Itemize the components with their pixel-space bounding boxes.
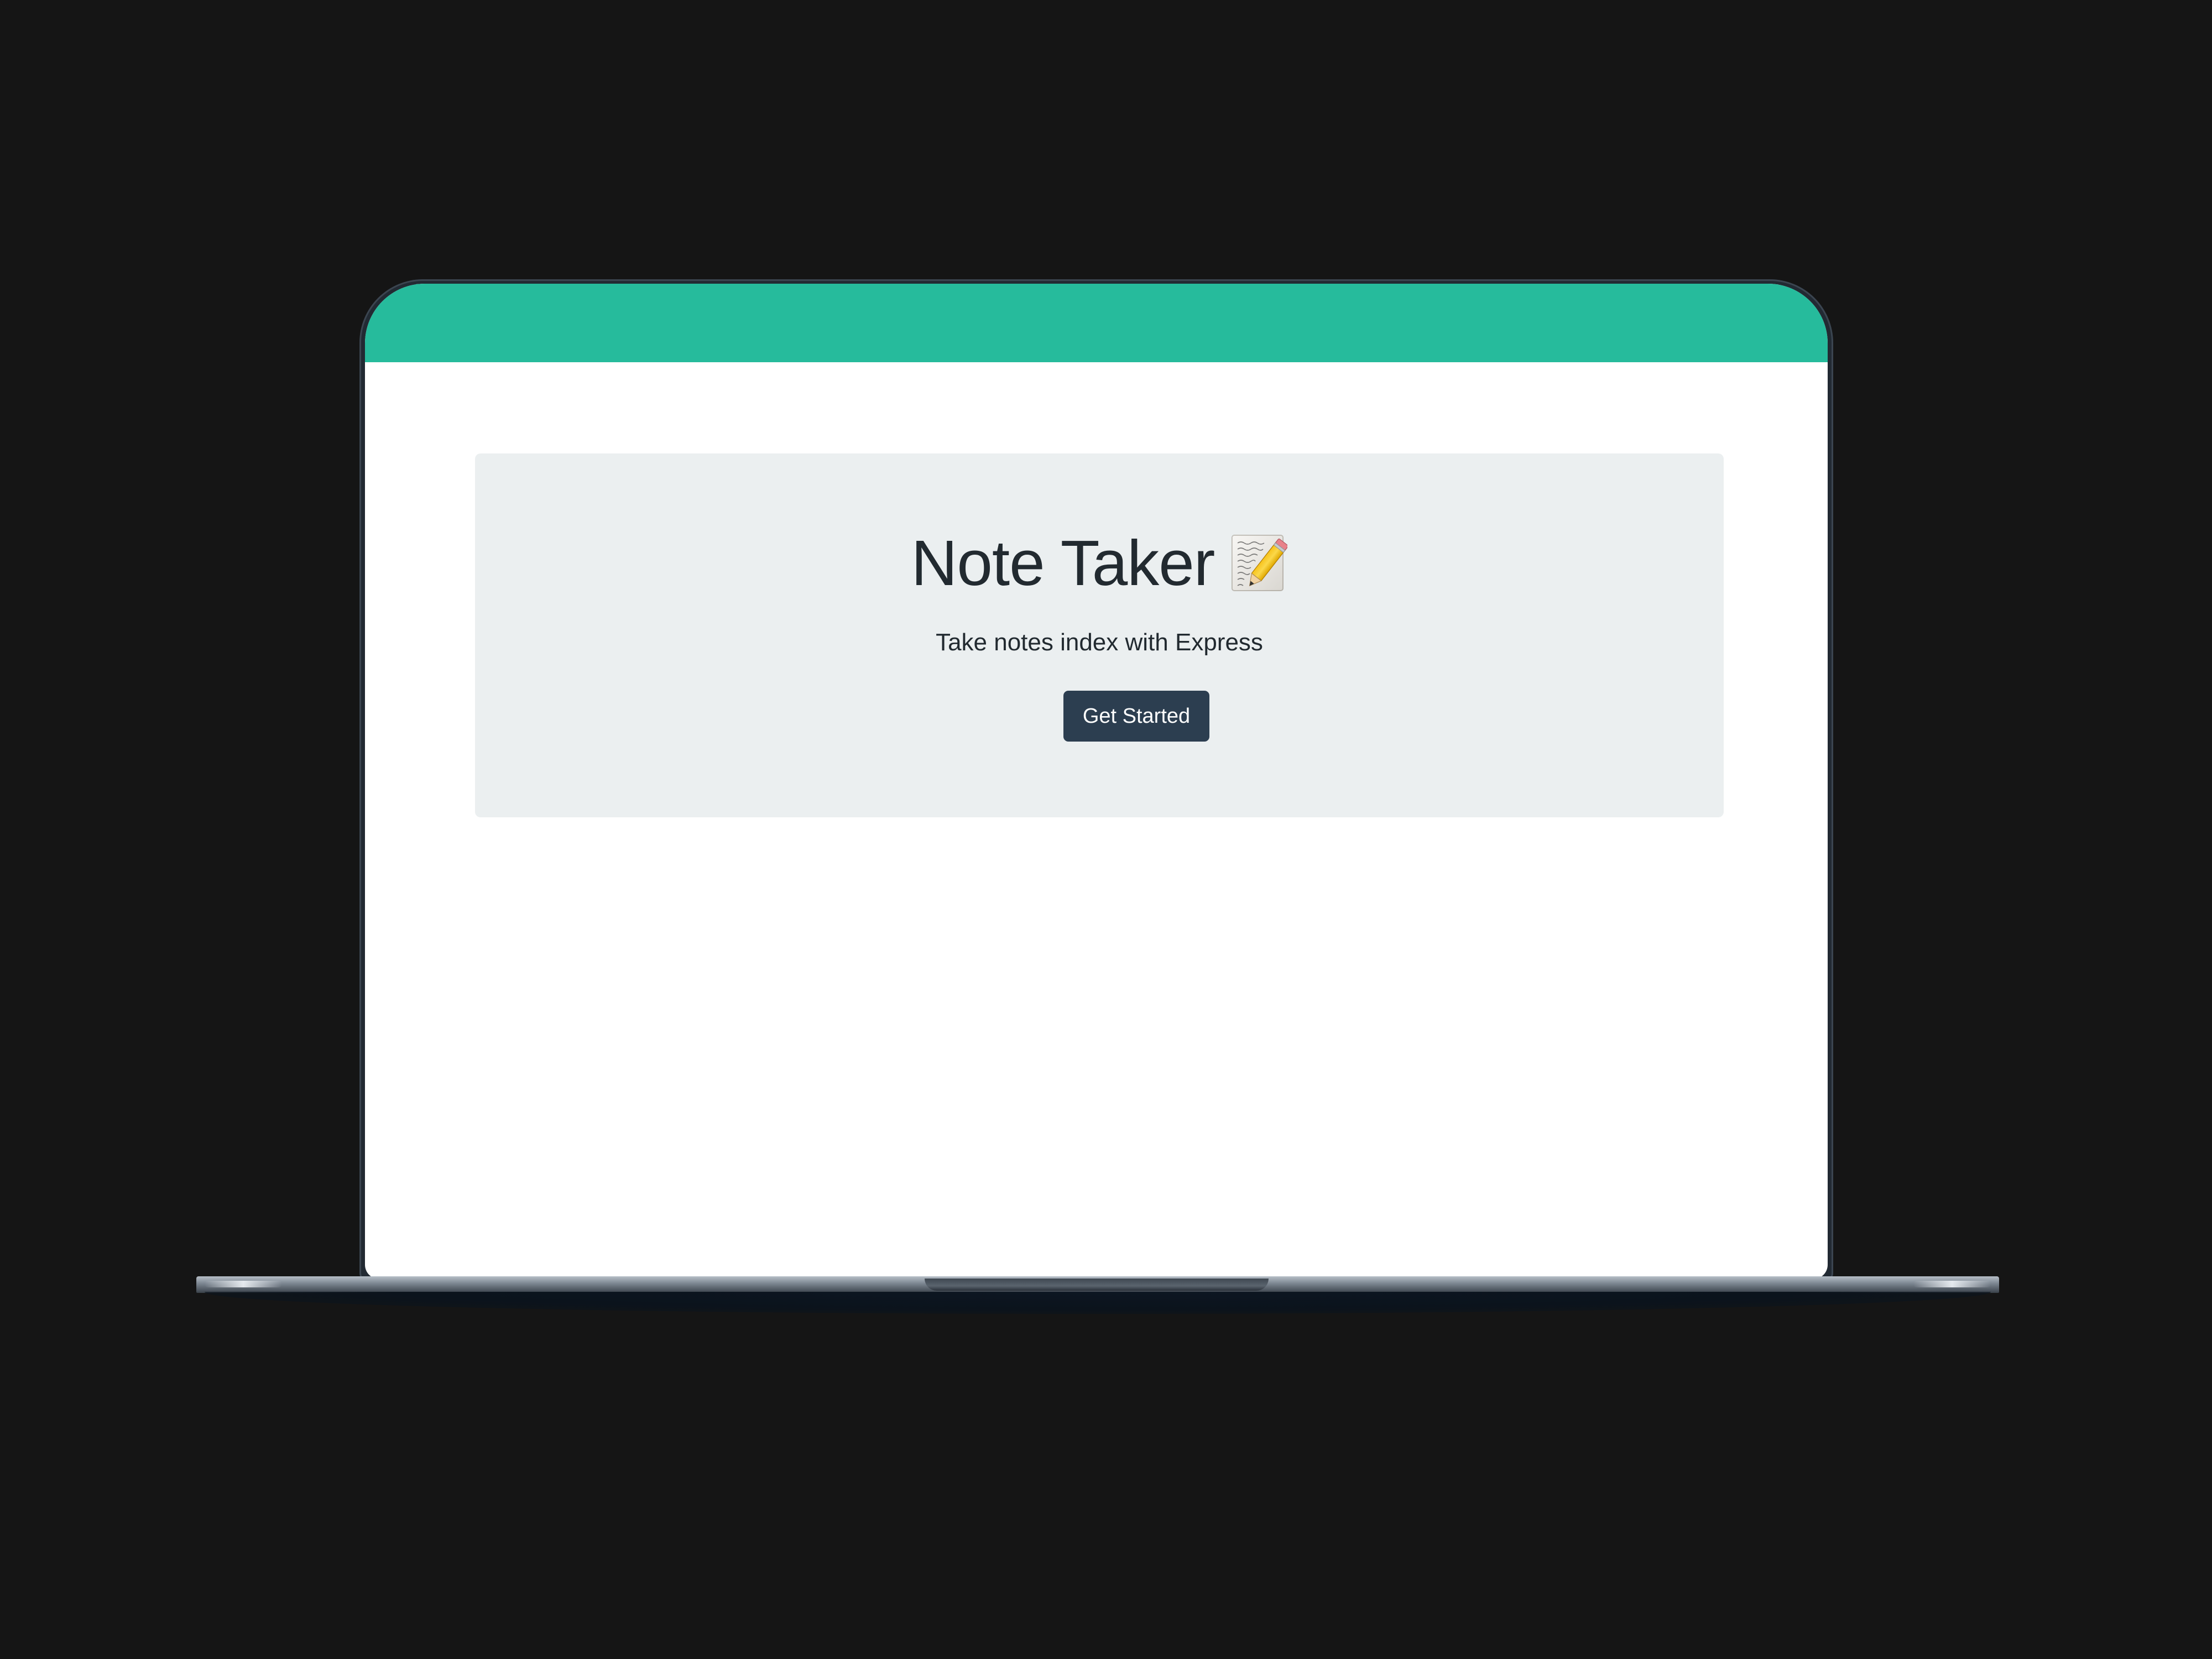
- page-subtitle: Take notes index with Express: [936, 629, 1263, 656]
- browser-viewport: Note Taker Take notes index with Express…: [365, 284, 1828, 1279]
- mockup-background: Note Taker Take notes index with Express…: [0, 0, 2212, 1659]
- navbar: [365, 284, 1828, 362]
- laptop-base-highlight: [1913, 1281, 1991, 1287]
- memo-icon: [1230, 532, 1289, 594]
- laptop-base-highlight: [205, 1281, 282, 1287]
- page-title: Note Taker: [911, 527, 1215, 599]
- laptop-hinge-notch: [925, 1279, 1269, 1291]
- hero-jumbotron: Note Taker Take notes index with Express…: [475, 453, 1724, 817]
- get-started-button[interactable]: Get Started: [1063, 691, 1209, 742]
- page-title-row: Note Taker: [475, 524, 1724, 602]
- laptop-base-shadow: [205, 1292, 1991, 1314]
